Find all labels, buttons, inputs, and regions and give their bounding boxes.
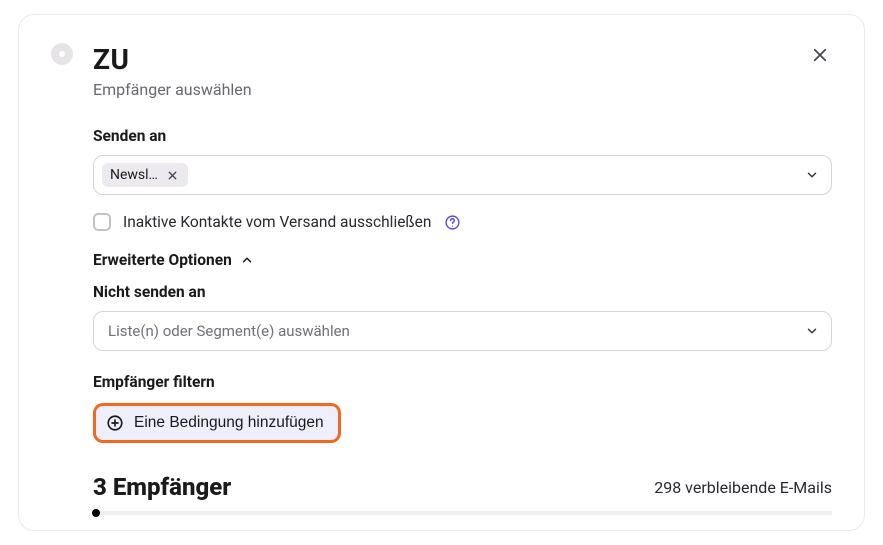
send-to-section: Senden an Newsl… Inaktive Kontakte vom V…: [93, 127, 832, 515]
panel-subtitle: Empfänger auswählen: [93, 80, 832, 99]
remaining-emails: 298 verbleibende E-Mails: [654, 478, 832, 497]
help-icon[interactable]: [443, 213, 461, 231]
quota-progress: [93, 511, 832, 515]
advanced-options-label: Erweiterte Optionen: [93, 251, 232, 269]
chevron-up-icon: [240, 253, 254, 267]
plus-circle-icon: [106, 414, 124, 432]
step-indicator-icon: [51, 43, 73, 65]
dont-send-to-label: Nicht senden an: [93, 283, 832, 301]
exclude-inactive-label: Inaktive Kontakte vom Versand ausschließ…: [123, 213, 431, 231]
summary-row: 3 Empfänger 298 verbleibende E-Mails: [93, 473, 832, 501]
close-icon: [811, 46, 829, 64]
exclude-inactive-row: Inaktive Kontakte vom Versand ausschließ…: [93, 213, 832, 231]
recipient-count: 3 Empfänger: [93, 473, 231, 501]
main-column: ZU Empfänger auswählen Senden an Newsl… …: [93, 43, 832, 510]
dont-send-to-select[interactable]: Liste(n) oder Segment(e) auswählen: [93, 311, 832, 351]
chevron-down-icon: [805, 168, 819, 182]
send-to-label: Senden an: [93, 127, 832, 145]
chip-remove-icon[interactable]: [166, 168, 180, 182]
add-condition-button[interactable]: Eine Bedingung hinzufügen: [93, 403, 341, 443]
recipient-chip: Newsl…: [102, 163, 188, 187]
add-condition-label: Eine Bedingung hinzufügen: [134, 414, 324, 432]
send-to-select[interactable]: Newsl…: [93, 155, 832, 195]
exclude-inactive-checkbox[interactable]: [93, 213, 111, 231]
recipients-panel: ZU Empfänger auswählen Senden an Newsl… …: [18, 14, 865, 531]
advanced-options-toggle[interactable]: Erweiterte Optionen: [93, 251, 832, 269]
dont-send-to-placeholder: Liste(n) oder Segment(e) auswählen: [102, 322, 350, 340]
step-column: [51, 43, 73, 510]
progress-knob-icon: [92, 509, 100, 517]
recipient-chip-label: Newsl…: [110, 167, 158, 183]
panel-title: ZU: [93, 43, 832, 76]
close-button[interactable]: [806, 41, 834, 69]
chevron-down-icon: [805, 324, 819, 338]
filter-label: Empfänger filtern: [93, 373, 832, 391]
